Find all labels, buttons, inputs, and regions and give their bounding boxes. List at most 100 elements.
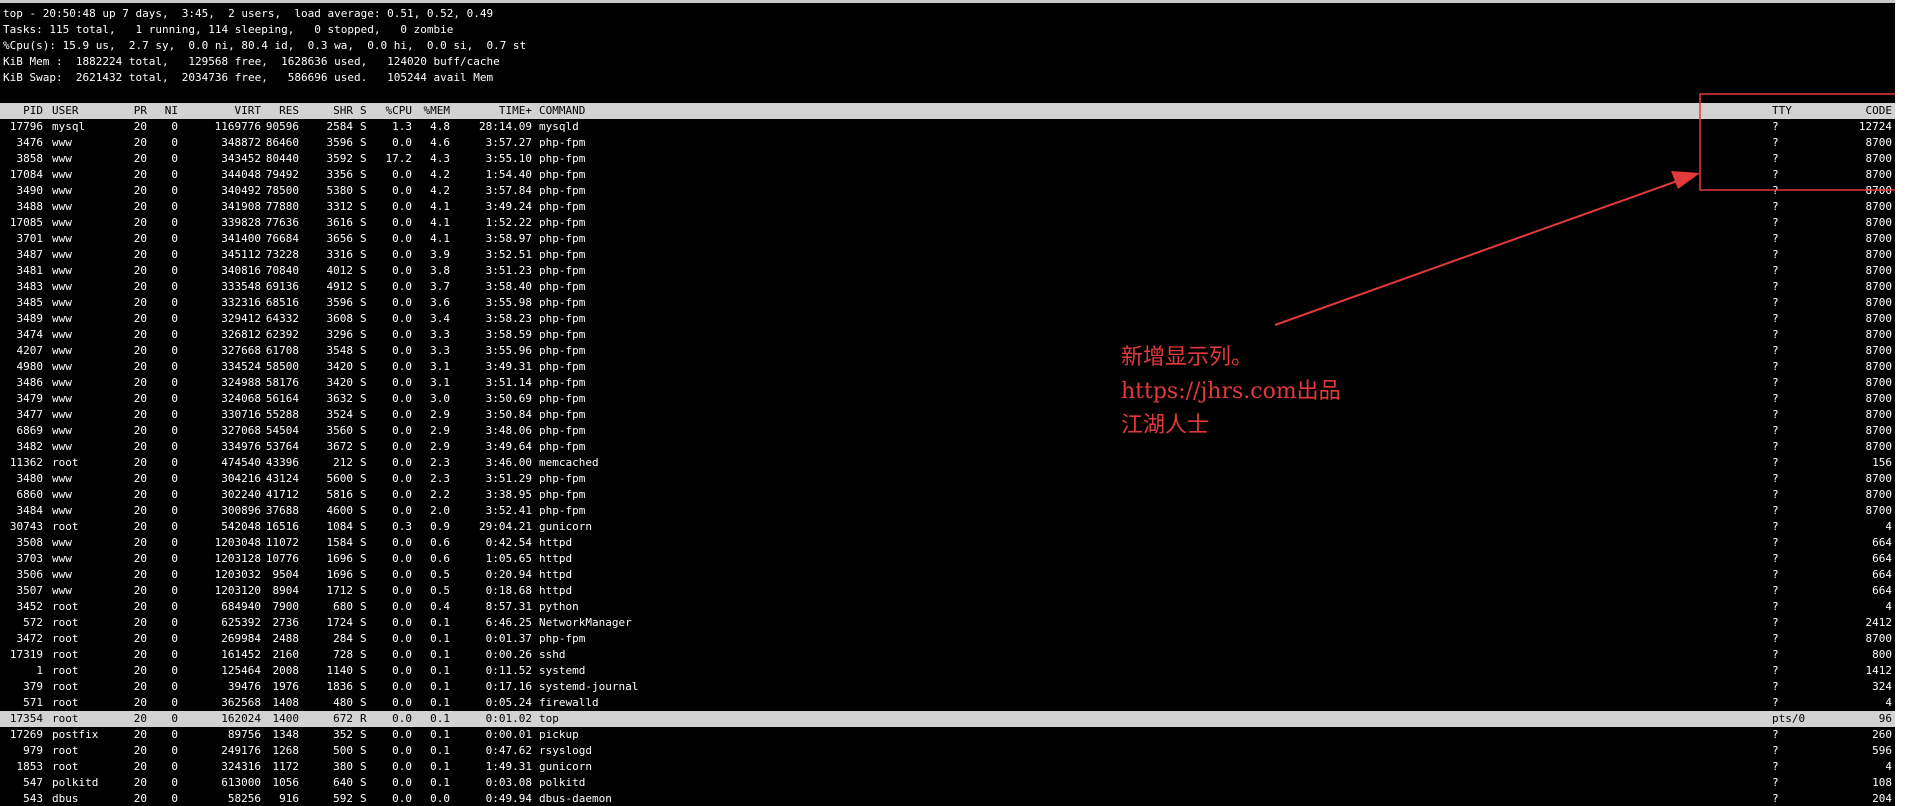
cell-shr: 352 <box>333 728 353 741</box>
cell-user: www <box>52 296 72 309</box>
cell-pr: 20 <box>133 440 147 453</box>
cell-time: 3:58.40 <box>485 280 532 293</box>
cell-virt: 330716 <box>221 408 261 421</box>
cell-mem: 0.1 <box>430 680 450 693</box>
cell-time: 29:04.21 <box>479 520 532 533</box>
cell-shr: 3596 <box>326 296 354 309</box>
cell-time: 3:58.23 <box>485 312 532 325</box>
cell-pid: 3701 <box>16 232 44 245</box>
cell-tty: ? <box>1772 136 1779 149</box>
cell-virt: 58256 <box>227 792 261 805</box>
cell-ni: 0 <box>171 232 178 245</box>
cell-ni: 0 <box>171 392 178 405</box>
cell-time: 3:46.00 <box>485 456 532 469</box>
cell-virt: 327068 <box>221 424 261 437</box>
table-row: 4207 www 20 0 327668 61708 3548 S 0.0 3.3 3:55.96 p… <box>0 343 1895 359</box>
table-row: 543 dbus 20 0 58256 916 592 S 0.0 0.0 0:49.94 dbus-… <box>0 791 1895 806</box>
column-header-virt: VIRT <box>234 104 262 117</box>
cell-mem: 0.5 <box>430 568 450 581</box>
cell-res: 68516 <box>265 296 299 309</box>
cell-virt: 327668 <box>221 344 261 357</box>
cell-res: 61708 <box>265 344 299 357</box>
cell-virt: 269984 <box>221 632 261 645</box>
cell-tty: ? <box>1772 392 1779 405</box>
cell-virt: 339828 <box>221 216 261 229</box>
cell-command: php-fpm <box>539 296 586 309</box>
cell-cpu: 0.0 <box>392 440 412 453</box>
cell-s: S <box>360 200 367 213</box>
cell-virt: 334524 <box>221 360 261 373</box>
cell-shr: 4912 <box>326 280 354 293</box>
cell-tty: ? <box>1772 600 1779 613</box>
cell-user: polkitd <box>52 776 99 789</box>
cell-virt: 344048 <box>221 168 261 181</box>
cell-command: php-fpm <box>539 152 586 165</box>
cell-ni: 0 <box>171 344 178 357</box>
cell-code: 664 <box>1872 536 1892 549</box>
cell-s: S <box>360 328 367 341</box>
cell-pr: 20 <box>133 392 147 405</box>
cell-s: S <box>360 264 367 277</box>
cell-command: pickup <box>539 728 579 741</box>
cell-pid: 3490 <box>16 184 44 197</box>
scrollbar-track[interactable] <box>1895 0 1911 806</box>
cell-s: S <box>360 760 367 773</box>
cell-time: 3:38.95 <box>485 488 532 501</box>
cell-tty: ? <box>1772 488 1779 501</box>
cell-shr: 672 <box>333 712 353 725</box>
cell-command: php-fpm <box>539 232 586 245</box>
cell-s: S <box>360 312 367 325</box>
cell-command: php-fpm <box>539 424 586 437</box>
table-row: 3488 www 20 0 341908 77880 3312 S 0.0 4.1 3:49.24 p… <box>0 199 1895 215</box>
cell-tty: ? <box>1772 296 1779 309</box>
cell-command: php-fpm <box>539 392 586 405</box>
cell-pr: 20 <box>133 600 147 613</box>
cell-tty: ? <box>1772 248 1779 261</box>
cell-code: 664 <box>1872 568 1892 581</box>
cell-tty: ? <box>1772 792 1779 805</box>
cell-mem: 0.1 <box>430 728 450 741</box>
cell-pid: 17085 <box>9 216 43 229</box>
cell-ni: 0 <box>171 568 178 581</box>
cell-mem: 0.6 <box>430 552 450 565</box>
cell-command: httpd <box>539 584 573 597</box>
table-row: 379 root 20 0 39476 1976 1836 S 0.0 0.1 0:17.16 sys… <box>0 679 1895 695</box>
cell-code: 8700 <box>1865 472 1893 485</box>
cell-time: 3:51.29 <box>485 472 532 485</box>
table-row: 6860 www 20 0 302240 41712 5816 S 0.0 2.2 3:38.95 p… <box>0 487 1895 503</box>
cell-tty: pts/0 <box>1772 712 1806 725</box>
table-row: 3474 www 20 0 326812 62392 3296 S 0.0 3.3 3:58.59 p… <box>0 327 1895 343</box>
cell-shr: 1712 <box>326 584 354 597</box>
cell-cpu: 0.0 <box>392 488 412 501</box>
cell-mem: 0.1 <box>430 616 450 629</box>
cell-pid: 3703 <box>16 552 44 565</box>
cell-s: S <box>360 248 367 261</box>
cell-user: root <box>52 632 79 645</box>
cell-shr: 3616 <box>326 216 354 229</box>
cell-tty: ? <box>1772 776 1779 789</box>
cell-cpu: 0.0 <box>392 168 412 181</box>
cell-pid: 3452 <box>16 600 44 613</box>
cell-pid: 30743 <box>9 520 43 533</box>
cell-user: www <box>52 552 72 565</box>
cell-s: S <box>360 296 367 309</box>
cell-mem: 0.6 <box>430 536 450 549</box>
cell-tty: ? <box>1772 584 1779 597</box>
cell-mem: 0.1 <box>430 664 450 677</box>
table-row: 3508 www 20 0 1203048 11072 1584 S 0.0 0.6 0:42.54… <box>0 535 1895 551</box>
cell-code: 8700 <box>1865 440 1893 453</box>
column-header-mem: %MEM <box>423 104 451 117</box>
cell-user: www <box>52 424 72 437</box>
cell-command: php-fpm <box>539 216 586 229</box>
cell-pr: 20 <box>133 760 147 773</box>
column-header-user: USER <box>52 104 79 117</box>
cell-mem: 2.3 <box>430 472 450 485</box>
cell-mem: 2.0 <box>430 504 450 517</box>
cell-command: polkitd <box>539 776 586 789</box>
cell-user: mysql <box>52 120 86 133</box>
cell-s: S <box>360 616 367 629</box>
cell-pr: 20 <box>133 456 147 469</box>
cell-ni: 0 <box>171 184 178 197</box>
cell-pid: 979 <box>23 744 43 757</box>
cell-virt: 341908 <box>221 200 261 213</box>
